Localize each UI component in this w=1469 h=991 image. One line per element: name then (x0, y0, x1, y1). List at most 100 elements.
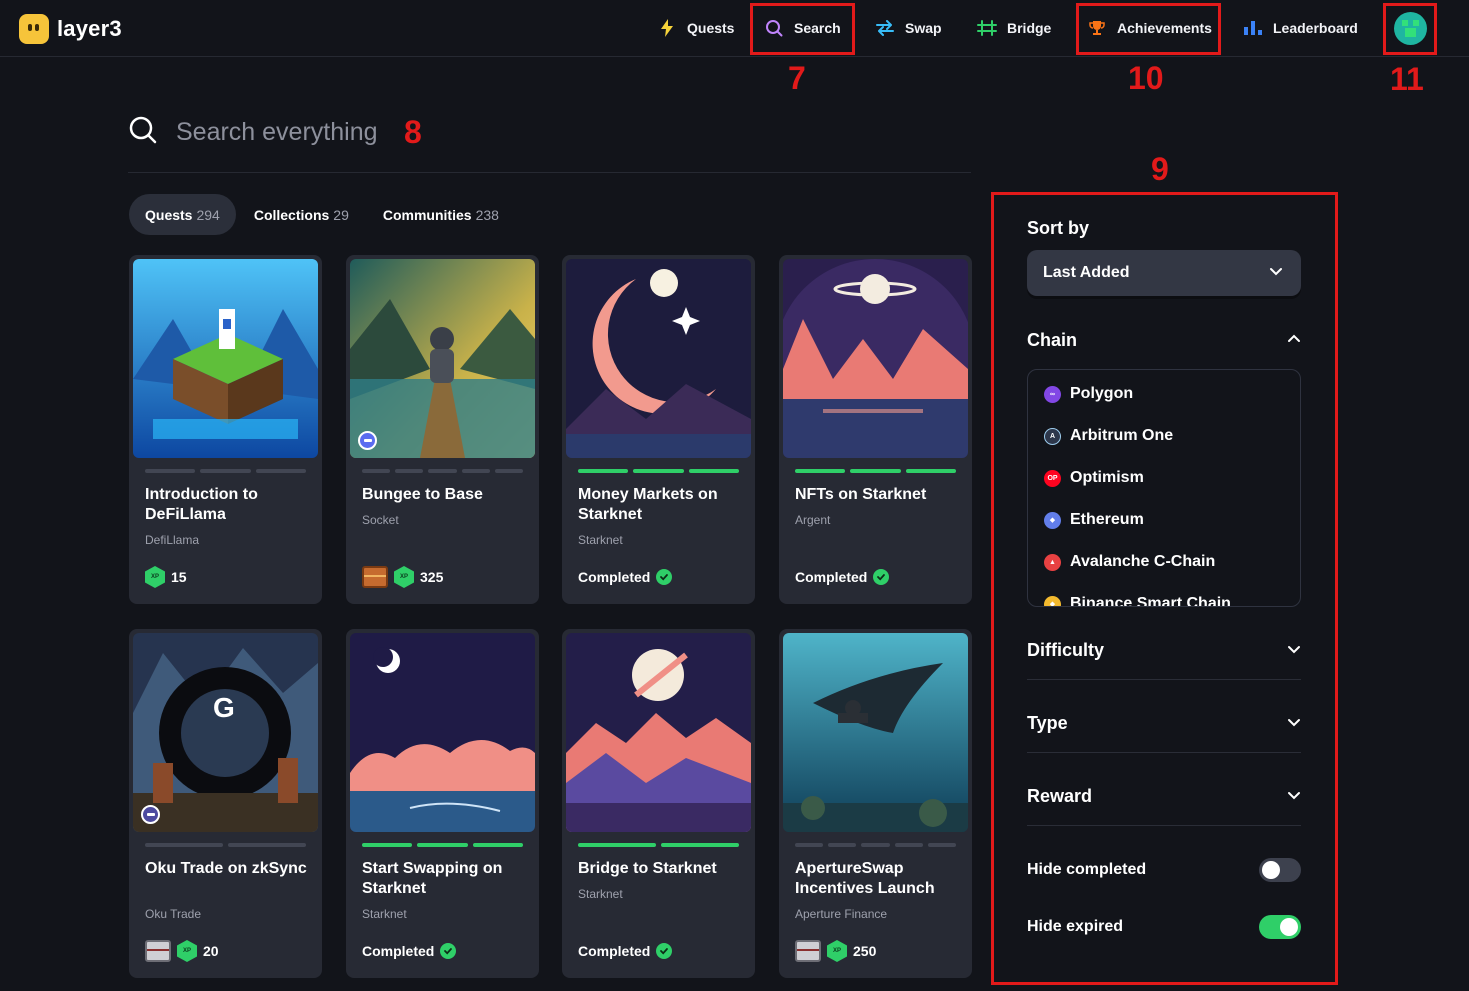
chain-badge-icon (141, 805, 160, 824)
quest-card[interactable]: NFTs on Starknet Argent Completed (779, 255, 972, 604)
chevron-down-icon (1287, 713, 1301, 734)
check-icon (656, 569, 673, 585)
quest-reward: XP 15 (145, 565, 187, 589)
quest-progress (362, 843, 523, 847)
quest-status: Completed (578, 939, 673, 963)
lightning-icon (657, 18, 677, 38)
bnb-icon: ◆ (1044, 595, 1061, 606)
chain-filter-label: Chain (1027, 329, 1078, 350)
hide-expired-toggle[interactable] (1259, 915, 1301, 939)
xp-amount: 325 (420, 569, 444, 585)
quest-card[interactable]: Bungee to Base Socket XP 325 (346, 255, 539, 604)
hide-completed-row: Hide completed (1027, 857, 1301, 883)
quest-progress (578, 469, 739, 473)
status-text: Completed (578, 569, 651, 585)
quest-image (783, 259, 968, 458)
xp-amount: 250 (853, 943, 877, 959)
quest-title: Start Swapping on Starknet (362, 860, 503, 897)
xp-icon: XP (394, 566, 414, 588)
quest-card[interactable]: Bridge to Starknet Starknet Completed (562, 629, 755, 978)
status-text: Completed (795, 569, 868, 585)
chest-icon (795, 940, 821, 962)
quest-image (783, 633, 968, 832)
tab-collections[interactable]: Collections 29 (238, 194, 365, 235)
annotation-label-11: 11 (1390, 61, 1424, 97)
nav-swap[interactable]: Swap (875, 0, 942, 56)
tab-collections-count: 29 (333, 206, 349, 223)
chest-icon (145, 940, 171, 962)
hide-expired-label: Hide expired (1027, 918, 1124, 935)
chevron-down-icon (1269, 264, 1283, 283)
sort-dropdown[interactable]: Last Added (1027, 250, 1301, 296)
xp-amount: 15 (171, 569, 187, 585)
nav-quests-label: Quests (687, 20, 735, 36)
reward-filter-label: Reward (1027, 785, 1093, 806)
result-tabs: Quests 294 Collections 29 Communities 23… (129, 194, 515, 235)
logo[interactable]: layer3 (19, 14, 122, 44)
annotation-label-10: 10 (1128, 60, 1164, 96)
quest-card[interactable]: G Oku Trade on zkSync Oku Trade XP 20 (129, 629, 322, 978)
quest-card[interactable]: Start Swapping on Starknet Starknet Comp… (346, 629, 539, 978)
hide-completed-toggle[interactable] (1259, 858, 1301, 882)
search-divider (128, 172, 971, 173)
xp-icon: XP (145, 566, 165, 588)
reward-filter-toggle[interactable]: Reward (1027, 783, 1301, 809)
quest-image (350, 259, 535, 458)
chain-option-ethereum[interactable]: ◆ Ethereum (1044, 508, 1144, 532)
difficulty-filter-toggle[interactable]: Difficulty (1027, 637, 1301, 663)
nav-achievements-label: Achievements (1117, 20, 1212, 36)
quest-card[interactable]: Introduction to DeFiLlama DefiLlama XP 1… (129, 255, 322, 604)
quest-status: Completed (795, 565, 890, 589)
hide-completed-label: Hide completed (1027, 861, 1147, 878)
quest-progress (795, 843, 957, 847)
chain-option-polygon[interactable]: ∞ Polygon (1044, 382, 1133, 406)
quest-project: Aperture Finance (795, 907, 888, 921)
search-input[interactable] (176, 117, 776, 147)
chain-list[interactable]: ∞ Polygon A Arbitrum One OP Optimism ◆ E… (1027, 369, 1301, 607)
xp-amount: 20 (203, 943, 219, 959)
optimism-icon: OP (1044, 469, 1061, 487)
chest-icon (362, 566, 388, 588)
type-filter-label: Type (1027, 712, 1068, 733)
type-filter-toggle[interactable]: Type (1027, 710, 1301, 736)
quest-card[interactable]: ApertureSwap Incentives Launch Aperture … (779, 629, 972, 978)
quest-title: ApertureSwap Incentives Launch (795, 860, 935, 897)
nav-leaderboard-label: Leaderboard (1273, 20, 1358, 36)
chain-option-optimism[interactable]: OP Optimism (1044, 466, 1144, 490)
quest-image: G (133, 633, 318, 832)
chain-option-avalanche[interactable]: ▲ Avalanche C-Chain (1044, 550, 1215, 574)
nav-quests[interactable]: Quests (657, 0, 734, 56)
check-icon (440, 943, 457, 959)
nav-swap-label: Swap (905, 20, 942, 36)
quest-project: DefiLlama (145, 533, 200, 547)
nav-leaderboard[interactable]: Leaderboard (1243, 0, 1358, 56)
tab-communities[interactable]: Communities 238 (367, 194, 515, 235)
quest-card[interactable]: Money Markets on Starknet Starknet Compl… (562, 255, 755, 604)
quest-status: Completed (362, 939, 457, 963)
chain-name: Ethereum (1070, 511, 1144, 528)
chain-option-bsc[interactable]: ◆ Binance Smart Chain (1044, 592, 1231, 607)
chain-name: Binance Smart Chain (1070, 595, 1231, 607)
xp-icon: XP (827, 940, 847, 962)
tab-collections-label: Collections (253, 206, 330, 223)
tab-quests-label: Quests (145, 206, 193, 223)
nav-search[interactable]: Search (764, 0, 841, 56)
section-divider (1027, 825, 1301, 826)
check-icon (656, 943, 673, 959)
swap-icon (875, 18, 895, 38)
user-avatar[interactable] (1394, 12, 1427, 45)
chain-option-arbitrum[interactable]: A Arbitrum One (1044, 424, 1173, 448)
nav-bridge[interactable]: Bridge (977, 0, 1051, 56)
quest-image (350, 633, 535, 832)
nav-achievements[interactable]: Achievements (1087, 0, 1212, 56)
difficulty-filter-label: Difficulty (1027, 639, 1105, 660)
tab-quests[interactable]: Quests 294 (129, 194, 236, 235)
section-divider (1027, 752, 1301, 753)
quest-progress (578, 843, 739, 847)
quest-project: Oku Trade (145, 907, 202, 921)
chain-name: Arbitrum One (1070, 427, 1174, 444)
quest-title: Introduction to DeFiLlama (145, 486, 258, 523)
polygon-icon: ∞ (1044, 385, 1061, 403)
chain-filter-toggle[interactable]: Chain (1027, 327, 1301, 353)
quest-progress (145, 469, 306, 473)
